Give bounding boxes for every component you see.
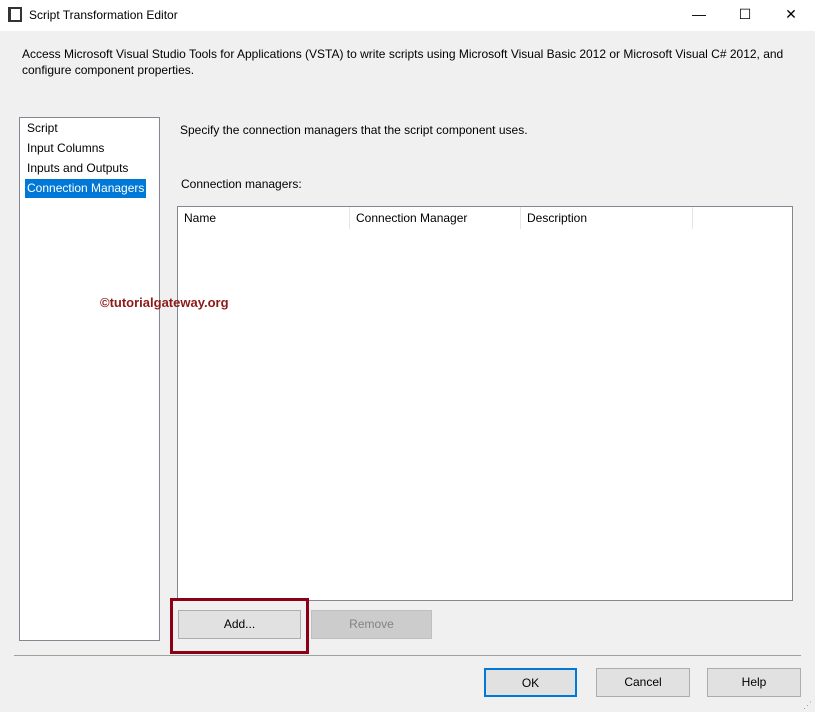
close-button[interactable]: ✕	[768, 0, 814, 31]
instruction-text: Specify the connection managers that the…	[180, 123, 528, 137]
maximize-button[interactable]: ☐	[722, 0, 768, 31]
resize-grip-icon[interactable]: ⋰	[803, 700, 812, 711]
column-header-description[interactable]: Description	[521, 207, 693, 229]
column-header-connection-manager[interactable]: Connection Manager	[350, 207, 521, 229]
column-header-name[interactable]: Name	[178, 207, 350, 229]
remove-button[interactable]: Remove	[311, 610, 432, 639]
help-button[interactable]: Help	[707, 668, 801, 697]
description: Access Microsoft Visual Studio Tools for…	[22, 47, 784, 77]
connection-managers-label: Connection managers:	[181, 177, 302, 191]
nav-item-script[interactable]: Script	[25, 119, 60, 138]
ok-button[interactable]: OK	[484, 668, 577, 697]
window-title: Script Transformation Editor	[29, 8, 178, 22]
watermark: ©tutorialgateway.org	[100, 295, 229, 310]
nav-item-input-columns[interactable]: Input Columns	[25, 139, 106, 158]
highlight-box	[170, 598, 309, 654]
cancel-button[interactable]: Cancel	[596, 668, 690, 697]
nav-item-connection-managers[interactable]: Connection Managers	[25, 179, 147, 198]
connection-managers-grid[interactable]: Name Connection Manager Description	[177, 206, 793, 601]
script-app-icon	[8, 7, 22, 22]
divider	[14, 655, 801, 656]
nav-item-inputs-outputs[interactable]: Inputs and Outputs	[25, 159, 130, 178]
title-bar: Script Transformation Editor — ☐ ✕	[0, 0, 815, 31]
page-nav: Script Input Columns Inputs and Outputs …	[19, 117, 160, 641]
minimize-button[interactable]: —	[676, 0, 722, 31]
